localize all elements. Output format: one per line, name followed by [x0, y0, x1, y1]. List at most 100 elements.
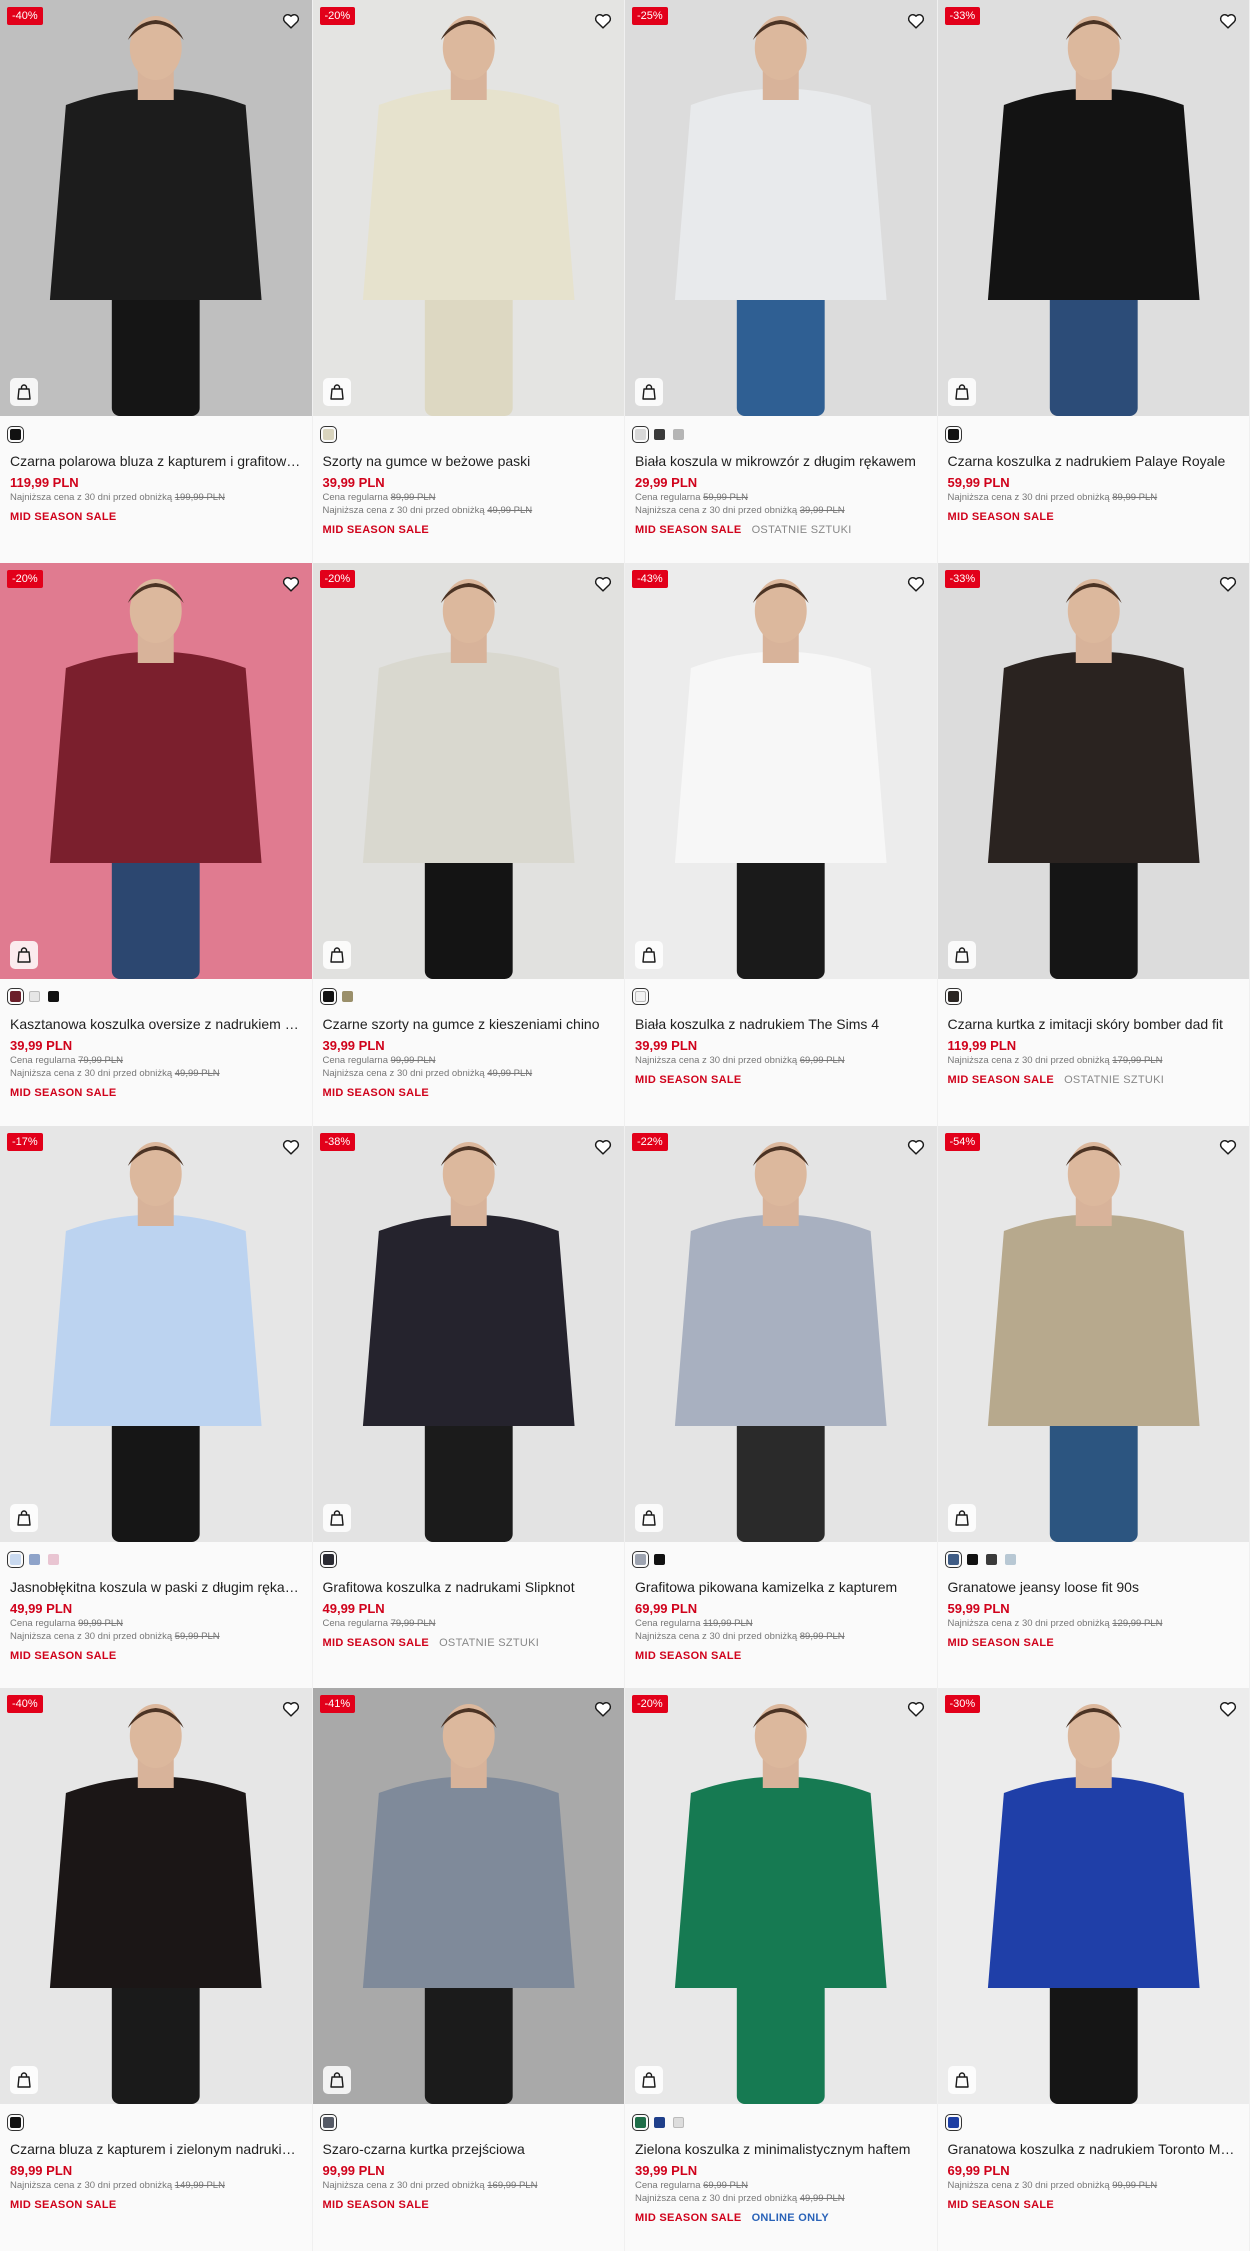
add-to-bag-icon[interactable] [635, 2066, 663, 2095]
product-image[interactable]: -40% [0, 0, 312, 416]
product-name[interactable]: Biała koszulka z nadrukiem The Sims 4 [635, 1015, 927, 1033]
product-image[interactable]: -20% [312, 0, 624, 416]
product-image[interactable]: -20% [0, 562, 312, 979]
product-card[interactable]: -17% Jasnobłękitna koszula w paski z dług… [0, 1125, 313, 1689]
product-card[interactable]: -20% Czarne szorty na gumce z kieszeniami… [312, 562, 625, 1126]
product-image[interactable]: -20% [312, 562, 624, 979]
product-name[interactable]: Granatowa koszulka z nadrukiem Toronto M… [948, 2140, 1240, 2158]
product-name[interactable]: Czarna kurtka z imitacji skóry bomber da… [948, 1015, 1240, 1033]
color-swatch[interactable] [319, 425, 337, 443]
color-swatch[interactable] [673, 428, 684, 440]
product-name[interactable]: Czarna polarowa bluza z kapturem i grafi… [10, 452, 302, 470]
color-swatch[interactable] [632, 2113, 649, 2131]
product-image[interactable]: -25% [625, 0, 937, 416]
product-image[interactable]: -22% [625, 1125, 937, 1542]
product-name[interactable]: Szorty na gumce w beżowe paski [323, 452, 615, 470]
product-image[interactable]: -33% [937, 562, 1249, 979]
product-image[interactable]: -17% [0, 1125, 312, 1542]
wishlist-heart-icon[interactable] [280, 573, 302, 595]
color-swatch[interactable] [341, 991, 353, 1003]
add-to-bag-icon[interactable] [322, 378, 351, 406]
add-to-bag-icon[interactable] [947, 940, 976, 969]
product-image[interactable]: -33% [937, 0, 1249, 416]
wishlist-heart-icon[interactable] [1217, 1698, 1239, 1720]
wishlist-heart-icon[interactable] [592, 1136, 614, 1158]
product-card[interactable]: -40% Czarna polarowa bluza z kapturem i g… [0, 0, 313, 563]
color-swatch[interactable] [48, 1554, 59, 1565]
product-name[interactable]: Jasnobłękitna koszula w paski z długim r… [10, 1578, 302, 1596]
product-card[interactable]: -20% Szorty na gumce w beżowe paski 39,99 … [312, 0, 625, 563]
product-card[interactable]: -38% Grafitowa koszulka z nadrukami Slipk… [312, 1125, 625, 1689]
wishlist-heart-icon[interactable] [1217, 1136, 1239, 1158]
color-swatch[interactable] [29, 991, 40, 1003]
add-to-bag-icon[interactable] [635, 1503, 663, 1532]
color-swatch[interactable] [632, 425, 649, 443]
product-card[interactable]: -30% Granatowa koszulka z nadrukiem Toron… [937, 1688, 1250, 2251]
add-to-bag-icon[interactable] [947, 2066, 976, 2095]
color-swatch[interactable] [319, 988, 337, 1006]
add-to-bag-icon[interactable] [947, 378, 976, 406]
color-swatch[interactable] [944, 1551, 962, 1568]
color-swatch[interactable] [654, 1554, 665, 1565]
product-card[interactable]: -20% Zielona koszulka z minimalistycznym … [625, 1688, 938, 2251]
color-swatch[interactable] [654, 428, 665, 440]
add-to-bag-icon[interactable] [10, 378, 38, 406]
add-to-bag-icon[interactable] [635, 940, 663, 969]
color-swatch[interactable] [7, 425, 24, 443]
product-card[interactable]: -22% Grafitowa pikowana kamizelka z kaptu… [625, 1125, 938, 1689]
product-card[interactable]: -33% Czarna koszulka z nadrukiem Palaye R… [937, 0, 1250, 563]
wishlist-heart-icon[interactable] [1217, 10, 1239, 32]
add-to-bag-icon[interactable] [322, 2066, 351, 2095]
product-image[interactable]: -43% [625, 562, 937, 979]
product-name[interactable]: Granatowe jeansy loose fit 90s [948, 1578, 1240, 1596]
product-name[interactable]: Zielona koszulka z minimalistycznym haft… [635, 2140, 927, 2158]
wishlist-heart-icon[interactable] [905, 1136, 927, 1158]
add-to-bag-icon[interactable] [635, 378, 663, 406]
color-swatch[interactable] [7, 2113, 24, 2131]
product-name[interactable]: Czarna koszulka z nadrukiem Palaye Royal… [948, 452, 1240, 470]
product-image[interactable]: -41% [312, 1688, 624, 2105]
color-swatch[interactable] [966, 1554, 978, 1565]
wishlist-heart-icon[interactable] [1217, 573, 1239, 595]
color-swatch[interactable] [7, 1551, 24, 1568]
add-to-bag-icon[interactable] [322, 940, 351, 969]
color-swatch[interactable] [944, 988, 962, 1006]
color-swatch[interactable] [29, 1554, 40, 1565]
product-name[interactable]: Grafitowa pikowana kamizelka z kapturem [635, 1578, 927, 1596]
wishlist-heart-icon[interactable] [592, 1698, 614, 1720]
product-image[interactable]: -20% [625, 1688, 937, 2105]
wishlist-heart-icon[interactable] [905, 10, 927, 32]
product-name[interactable]: Kasztanowa koszulka oversize z nadrukiem… [10, 1015, 302, 1033]
product-card[interactable]: -33% Czarna kurtka z imitacji skóry bombe… [937, 562, 1250, 1126]
product-name[interactable]: Czarna bluza z kapturem i zielonym nadru… [10, 2140, 302, 2158]
product-name[interactable]: Szaro-czarna kurtka przejściowa [323, 2140, 615, 2158]
color-swatch[interactable] [7, 988, 24, 1006]
wishlist-heart-icon[interactable] [280, 1136, 302, 1158]
color-swatch[interactable] [632, 1551, 649, 1568]
add-to-bag-icon[interactable] [10, 2066, 38, 2095]
wishlist-heart-icon[interactable] [592, 573, 614, 595]
color-swatch[interactable] [944, 425, 962, 443]
add-to-bag-icon[interactable] [10, 940, 38, 969]
color-swatch[interactable] [944, 2113, 962, 2131]
color-swatch[interactable] [48, 991, 59, 1003]
product-card[interactable]: -20% Kasztanowa koszulka oversize z nadru… [0, 562, 313, 1126]
color-swatch[interactable] [632, 988, 649, 1006]
product-name[interactable]: Czarne szorty na gumce z kieszeniami chi… [323, 1015, 615, 1033]
wishlist-heart-icon[interactable] [905, 1698, 927, 1720]
wishlist-heart-icon[interactable] [592, 10, 614, 32]
color-swatch[interactable] [319, 1551, 337, 1568]
product-image[interactable]: -40% [0, 1688, 312, 2105]
product-image[interactable]: -30% [937, 1688, 1249, 2105]
product-card[interactable]: -43% Biała koszulka z nadrukiem The Sims … [625, 562, 938, 1126]
wishlist-heart-icon[interactable] [905, 573, 927, 595]
product-card[interactable]: -54% Granatowe jeansy loose fit 90s 59,99 … [937, 1125, 1250, 1689]
product-image[interactable]: -54% [937, 1125, 1249, 1542]
color-swatch[interactable] [985, 1554, 997, 1565]
product-card[interactable]: -40% Czarna bluza z kapturem i zielonym n… [0, 1688, 313, 2251]
product-card[interactable]: -25% Biała koszula w mikrowzór z długim r… [625, 0, 938, 563]
product-name[interactable]: Grafitowa koszulka z nadrukami Slipknot [323, 1578, 615, 1596]
add-to-bag-icon[interactable] [10, 1503, 38, 1532]
color-swatch[interactable] [654, 2116, 665, 2128]
product-name[interactable]: Biała koszula w mikrowzór z długim rękaw… [635, 452, 927, 470]
